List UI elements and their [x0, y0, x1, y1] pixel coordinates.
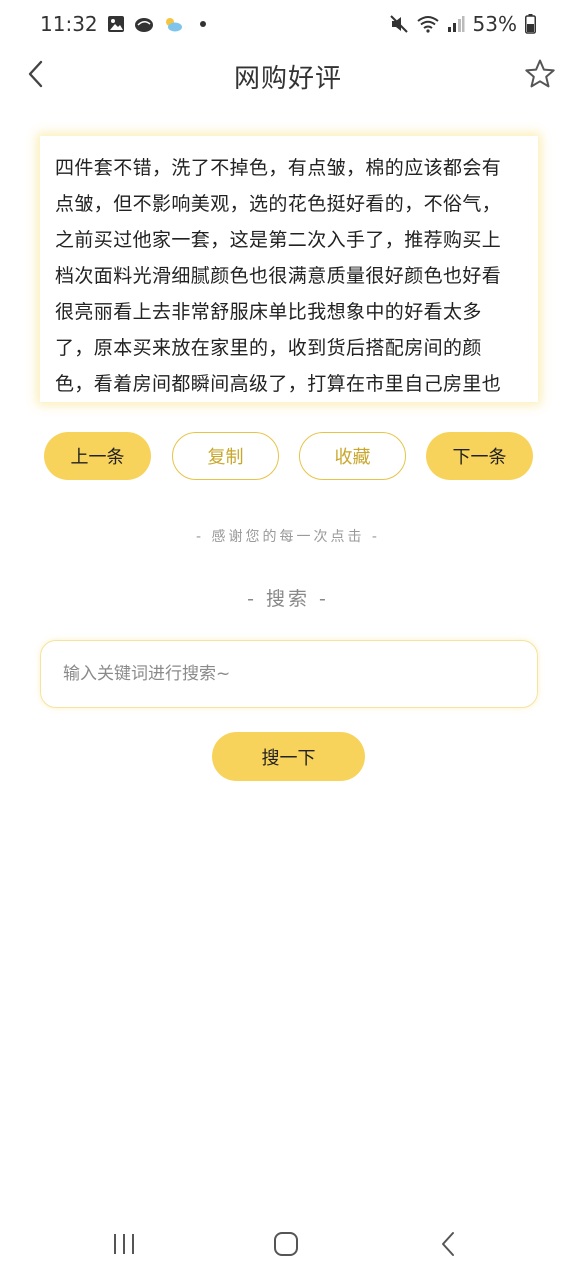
status-time: 11:32: [40, 12, 98, 36]
status-bar: 11:32 53%: [0, 0, 576, 48]
search-input[interactable]: [63, 664, 515, 684]
battery-percent: 53%: [472, 12, 517, 36]
recent-apps-button[interactable]: [104, 1224, 144, 1264]
home-icon: [274, 1232, 298, 1256]
dot-icon: [199, 21, 206, 27]
app-bar: 网购好评: [0, 48, 576, 100]
mute-icon: [389, 14, 409, 34]
review-text: 四件套不错，洗了不掉色，有点皱，棉的应该都会有点皱，但不影响美观，选的花色挺好看…: [55, 157, 502, 395]
search-box: [40, 640, 538, 708]
favorite-star-button[interactable]: [520, 54, 560, 94]
star-outline-icon: [525, 59, 555, 88]
system-nav-bar: [0, 1206, 576, 1280]
review-card[interactable]: 四件套不错，洗了不掉色，有点皱，棉的应该都会有点皱，但不影响美观，选的花色挺好看…: [40, 136, 538, 402]
action-buttons: 上一条 复制 收藏 下一条: [44, 432, 534, 482]
back-icon: [442, 1232, 454, 1256]
thanks-text: - 感谢您的每一次点击 -: [195, 529, 380, 545]
wifi-icon: [416, 15, 439, 33]
weather-icon: [163, 15, 183, 33]
battery-icon: [525, 14, 536, 34]
page-title: 网购好评: [233, 64, 342, 94]
favorite-button[interactable]: 收藏: [299, 432, 406, 480]
signal-icon: [447, 15, 465, 33]
search-heading: - 搜索 -: [247, 588, 329, 610]
copy-button[interactable]: 复制: [172, 432, 279, 480]
search-button[interactable]: 搜一下: [212, 732, 365, 781]
next-button[interactable]: 下一条: [426, 432, 533, 480]
home-button[interactable]: [266, 1224, 306, 1264]
image-icon: [107, 15, 125, 33]
prev-button[interactable]: 上一条: [44, 432, 151, 480]
recent-apps-icon: [114, 1234, 134, 1254]
cloud-icon: [134, 15, 154, 33]
nav-back-button[interactable]: [428, 1224, 468, 1264]
